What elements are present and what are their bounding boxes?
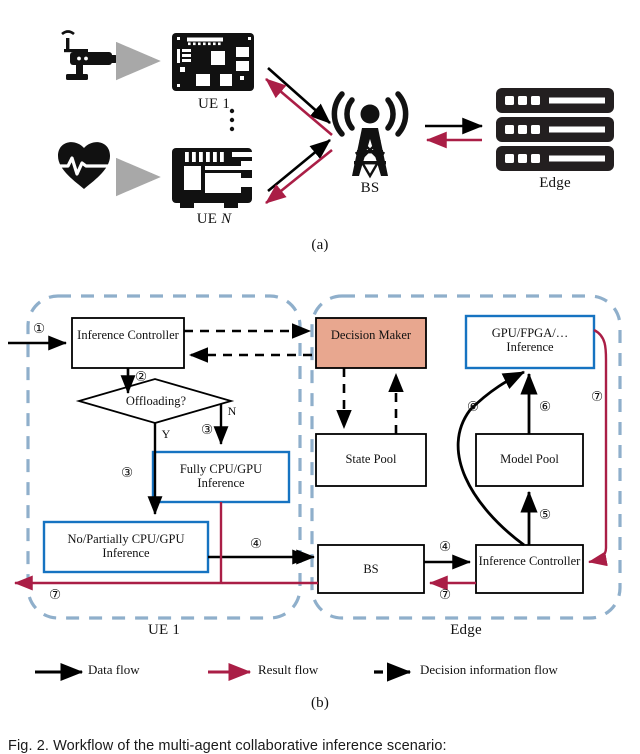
- panel-b-label: (b): [310, 695, 330, 711]
- figure-root: UE 1 UE N BS Edge (a) Inference Controll…: [0, 0, 640, 754]
- legend-label-decision-flow: Decision information flow: [420, 662, 558, 677]
- legend-label-data-flow: Data flow: [88, 662, 140, 677]
- legend-graphics: [35, 662, 412, 682]
- legend-label-result-flow: Result flow: [258, 662, 319, 677]
